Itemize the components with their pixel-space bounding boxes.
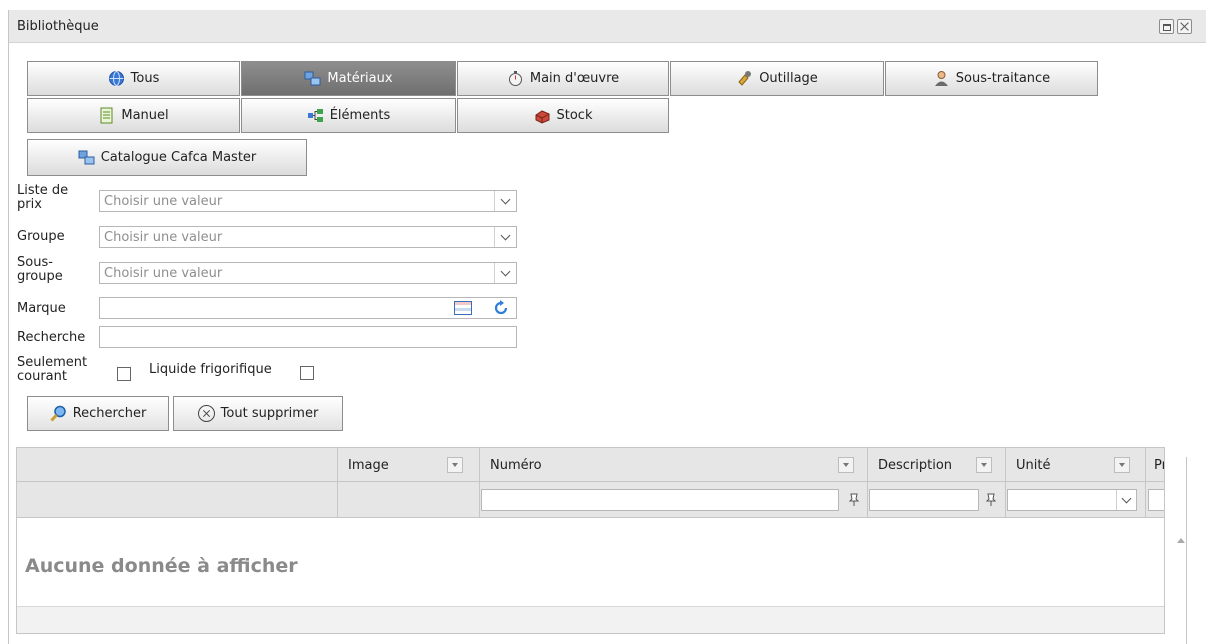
tab-label: Sous-traitance [955,71,1051,86]
close-icon[interactable] [1177,19,1192,34]
results-grid: Image Numéro Description Unité Pri [16,447,1165,634]
column-menu-icon[interactable] [976,457,992,473]
tab-label: Matériaux [327,71,393,86]
catalogue-icon [78,149,95,166]
tab-main-oeuvre[interactable]: Main d'œuvre [457,61,669,96]
clear-all-button[interactable]: Tout supprimer [173,396,343,431]
tab-label: Main d'œuvre [529,71,620,86]
brand-input[interactable] [99,297,517,319]
stock-icon [534,107,551,124]
clear-button-label: Tout supprimer [220,406,319,421]
column-header-select [17,448,338,482]
list-picker-icon[interactable] [454,301,472,315]
search-label: Recherche [17,330,86,345]
window-title: Bibliothèque [17,19,99,34]
catalogue-label: Catalogue Cafca Master [100,150,257,165]
tab-elements[interactable]: Éléments [241,98,456,133]
group-select[interactable]: Choisir une valeur [99,226,517,248]
price-list-placeholder: Choisir une valeur [104,194,223,209]
tab-tous[interactable]: Tous [27,61,240,96]
prix-filter-input[interactable] [1148,489,1164,511]
brand-label: Marque [17,301,66,316]
column-menu-icon[interactable] [838,457,854,473]
tab-label: Outillage [759,71,818,86]
tab-label: Éléments [329,108,391,123]
grid-filter-row [17,482,1164,518]
elements-icon [307,107,324,124]
tools-icon [736,70,753,87]
chevron-down-icon[interactable] [494,263,516,283]
group-placeholder: Choisir une valeur [104,230,223,245]
globe-icon [108,70,125,87]
unite-filter-select[interactable] [1007,489,1137,511]
subgroup-label: Sous- groupe [17,255,63,284]
tab-stock[interactable]: Stock [457,98,669,133]
description-filter-input[interactable] [869,489,979,511]
price-list-select[interactable]: Choisir une valeur [99,190,517,212]
person-icon [933,70,950,87]
column-header-numero[interactable]: Numéro [480,448,868,482]
refrigerant-checkbox[interactable] [300,366,314,380]
grid-footer-row [17,607,1164,633]
chevron-down-icon[interactable] [494,191,516,211]
filter-pin-icon[interactable] [984,493,998,507]
column-menu-icon[interactable] [1114,457,1130,473]
only-current-checkbox[interactable] [117,367,131,381]
tab-label: Manuel [121,108,169,123]
search-button-label: Rechercher [72,406,147,421]
column-header-prix[interactable]: Pri [1146,448,1164,482]
tab-manuel[interactable]: Manuel [27,98,240,133]
refresh-icon[interactable] [492,299,510,317]
search-input[interactable] [99,326,517,348]
scroll-up-icon[interactable] [1177,538,1185,543]
catalogue-cafca-master-button[interactable]: Catalogue Cafca Master [27,139,307,176]
column-header-image[interactable]: Image [338,448,480,482]
refrigerant-label: Liquide frigorifique [149,362,272,377]
tab-outillage[interactable]: Outillage [670,61,884,96]
tab-label: Stock [556,108,593,123]
subgroup-placeholder: Choisir une valeur [104,266,223,281]
search-button[interactable]: Rechercher [27,396,169,431]
price-list-label: Liste de prix [17,183,69,212]
clear-icon [197,405,215,422]
empty-message: Aucune donnée à afficher [25,555,298,577]
subgroup-select[interactable]: Choisir une valeur [99,262,517,284]
search-icon [50,405,67,422]
only-current-label: Seulement courant [17,355,88,384]
restore-icon[interactable] [1159,19,1174,34]
numero-filter-input[interactable] [481,489,839,511]
tab-label: Tous [130,71,160,86]
group-label: Groupe [17,229,65,244]
tab-materiaux[interactable]: Matériaux [241,61,456,96]
tab-sous-traitance[interactable]: Sous-traitance [885,61,1098,96]
manual-icon [98,107,115,124]
stopwatch-icon [507,70,524,87]
column-header-unite[interactable]: Unité [1006,448,1146,482]
column-header-description[interactable]: Description [868,448,1006,482]
window-titlebar: Bibliothèque [9,10,1206,43]
chevron-down-icon[interactable] [494,227,516,247]
grid-header: Image Numéro Description Unité Pri [17,448,1164,482]
chevron-down-icon[interactable] [1116,490,1136,510]
materials-icon [304,70,321,87]
column-menu-icon[interactable] [447,457,463,473]
filter-pin-icon[interactable] [847,493,861,507]
